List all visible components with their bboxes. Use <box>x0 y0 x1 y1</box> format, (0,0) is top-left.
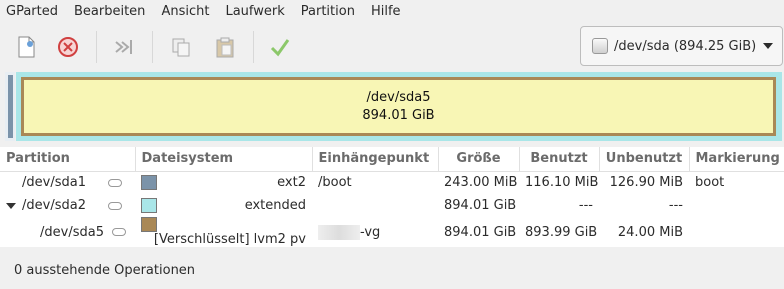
chevron-down-icon <box>763 43 773 49</box>
copy-button[interactable] <box>166 32 196 62</box>
device-selector[interactable]: /dev/sda (894.25 GiB) <box>580 26 783 66</box>
used: 893.99 GiB <box>525 224 598 240</box>
filesystem-label: [Verschlüsselt] lvm2 pv <box>153 232 306 247</box>
apply-icon <box>270 39 290 57</box>
key-icon <box>112 228 127 236</box>
flags: boot <box>695 175 725 191</box>
table-row[interactable]: /dev/sda5 [Verschlüsselt] lvm2 pv -vg 89… <box>0 217 784 247</box>
partition-name: /dev/sda1 <box>22 175 86 191</box>
column-header-flags[interactable]: Markierung <box>689 147 784 172</box>
apply-button[interactable] <box>265 32 295 62</box>
unused: 24.00 MiB <box>617 224 683 240</box>
size: 243.00 MiB <box>444 175 518 191</box>
column-header-size[interactable]: Größe <box>438 147 520 172</box>
mountpoint <box>312 194 438 217</box>
unused: 126.90 MiB <box>609 175 683 191</box>
filesystem-color-swatch <box>141 175 157 191</box>
mountpoint: /boot <box>318 175 352 191</box>
new-partition-icon <box>18 36 35 58</box>
toolbar-separator <box>152 31 153 63</box>
partition-block-name: /dev/sda5 <box>366 90 431 105</box>
table-row[interactable]: /dev/sda2 extended 894.01 GiB --- --- <box>0 194 784 217</box>
resize-move-icon <box>115 40 132 54</box>
partition-name: /dev/sda5 <box>40 224 104 240</box>
disk-map: /dev/sda5 894.01 GiB <box>5 72 782 141</box>
delete-partition-button[interactable] <box>53 32 83 62</box>
mountpoint: -vg <box>360 224 381 240</box>
filesystem-label: ext2 <box>277 175 306 191</box>
filesystem-color-swatch <box>141 217 157 232</box>
unused: --- <box>668 198 683 213</box>
column-header-filesystem[interactable]: Dateisystem <box>135 147 313 172</box>
expander-icon[interactable] <box>6 202 16 209</box>
used: 116.10 MiB <box>525 175 599 191</box>
delete-partition-icon <box>58 37 78 57</box>
column-header-unused[interactable]: Unbenutzt <box>599 147 690 172</box>
redacted-text <box>318 224 360 240</box>
key-icon <box>108 178 123 187</box>
device-selector-label: /dev/sda (894.25 GiB) <box>614 38 757 54</box>
resize-move-button[interactable] <box>108 32 138 62</box>
column-header-partition[interactable]: Partition <box>0 147 136 172</box>
menu-partition[interactable]: Partition <box>293 0 363 24</box>
menubar: GParted Bearbeiten Ansicht Laufwerk Part… <box>0 0 784 24</box>
size: 894.01 GiB <box>444 198 517 213</box>
toolbar-separator <box>96 31 97 63</box>
key-icon <box>108 201 123 210</box>
status-bar: 0 ausstehende Operationen <box>0 252 784 289</box>
partition-table: Partition Dateisystem Einhängepunkt Größ… <box>0 147 784 247</box>
column-header-used[interactable]: Benutzt <box>519 147 600 172</box>
paste-button[interactable] <box>210 32 240 62</box>
flags <box>689 217 784 247</box>
table-header-row: Partition Dateisystem Einhängepunkt Größ… <box>0 147 784 172</box>
copy-icon <box>172 38 190 57</box>
menu-laufwerk[interactable]: Laufwerk <box>217 0 292 24</box>
filesystem-color-swatch <box>141 198 157 213</box>
partition-block-sda1[interactable] <box>5 72 15 141</box>
partition-block-size: 894.01 GiB <box>362 108 435 123</box>
size: 894.01 GiB <box>444 224 517 240</box>
flags <box>689 194 784 217</box>
paste-icon <box>216 37 234 58</box>
toolbar-separator <box>253 31 254 63</box>
used: --- <box>578 198 593 213</box>
menu-hilfe[interactable]: Hilfe <box>363 0 409 24</box>
column-header-mountpoint[interactable]: Einhängepunkt <box>312 147 439 172</box>
disk-icon <box>592 38 608 54</box>
new-partition-button[interactable] <box>11 32 41 62</box>
partition-name: /dev/sda2 <box>22 198 86 213</box>
menu-ansicht[interactable]: Ansicht <box>153 0 217 24</box>
table-row[interactable]: /dev/sda1 ext2 /boot 243.00 MiB 116.10 M… <box>0 171 784 194</box>
filesystem-label: extended <box>244 198 306 213</box>
menu-bearbeiten[interactable]: Bearbeiten <box>66 0 153 24</box>
partition-block-sda5[interactable]: /dev/sda5 894.01 GiB <box>24 80 773 133</box>
menu-gparted[interactable]: GParted <box>0 0 66 24</box>
